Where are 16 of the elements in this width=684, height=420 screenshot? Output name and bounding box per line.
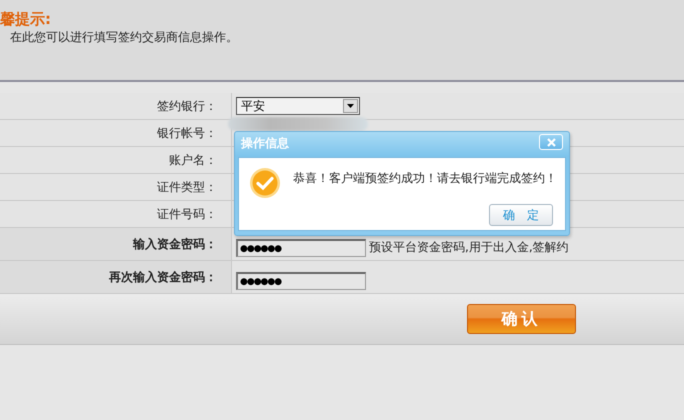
password-field[interactable]: ●●●●●●: [236, 272, 366, 290]
field-label: 再次输入资金密码：: [109, 268, 217, 286]
field-label: 证件号码：: [157, 206, 217, 222]
dialog-title: 操作信息: [241, 135, 289, 152]
field-label: 输入资金密码：: [133, 236, 217, 252]
check-icon: [249, 167, 281, 199]
tip-text: 在此您可以进行填写签约交易商信息操作。: [10, 29, 238, 46]
field-label: 账户名：: [169, 152, 217, 168]
tip-title: 馨提示:: [0, 10, 51, 29]
field-label: 证件类型：: [157, 178, 217, 196]
field-label: 银行帐号：: [157, 124, 217, 142]
field-hint: 预设平台资金密码,用于出入金,签解约: [369, 239, 569, 256]
field-label: 签约银行：: [157, 98, 217, 114]
dialog-message: 恭喜！客户端预签约成功！请去银行端完成签约！: [293, 170, 557, 187]
bank-select[interactable]: 平安: [236, 97, 360, 115]
password-field[interactable]: ●●●●●●: [236, 239, 366, 257]
